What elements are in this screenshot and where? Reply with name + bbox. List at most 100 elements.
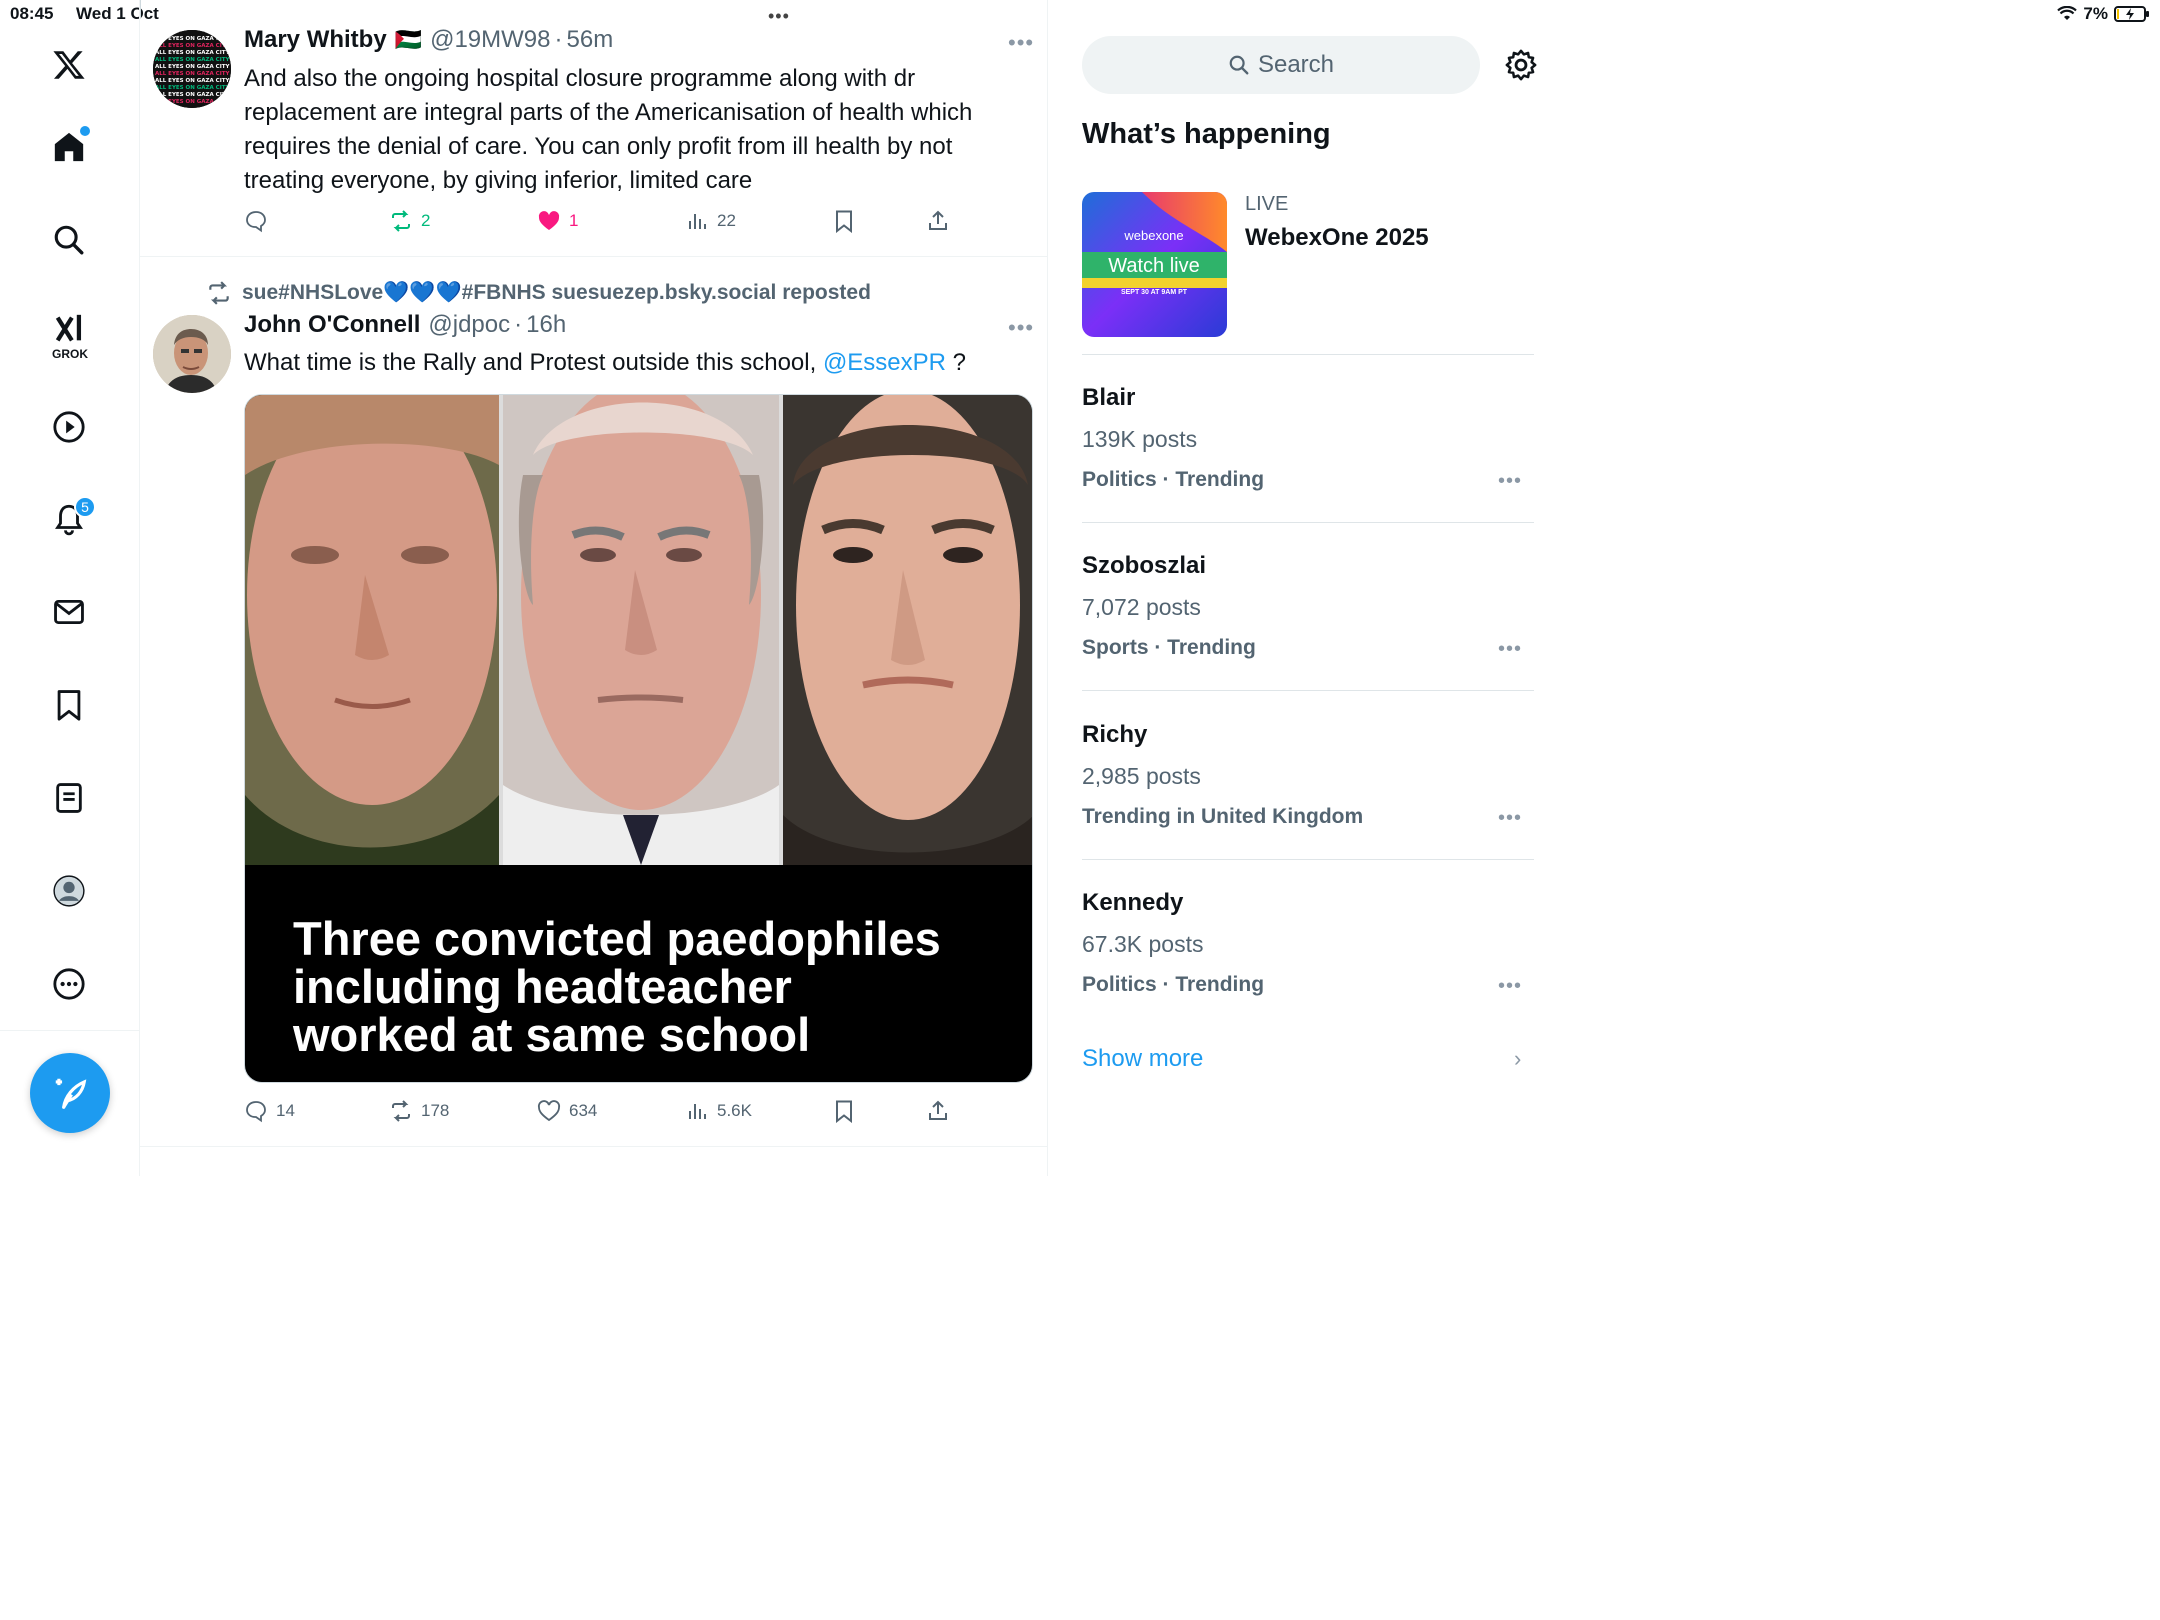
- reply-icon: [246, 211, 266, 233]
- live-event-thumbnail[interactable]: webexone Watch live SEPT 30 AT 9AM PT: [1082, 192, 1227, 337]
- heart-filled-icon: [538, 211, 560, 230]
- svg-text:ALL EYES ON GAZA CITY: ALL EYES ON GAZA CITY: [155, 78, 231, 84]
- avatar[interactable]: ALL EYES ON GAZA CITY ALL EYES ON GAZA C…: [153, 30, 231, 108]
- tweet-media-image[interactable]: Three convicted paedophiles including he…: [244, 394, 1033, 1083]
- bookmark-button[interactable]: [832, 209, 856, 233]
- settings-gear-icon[interactable]: [1504, 48, 1538, 82]
- show-more-link[interactable]: Show more: [1082, 1045, 1203, 1073]
- reply-count: 14: [276, 1101, 295, 1120]
- svg-text:ALL EYES ON GAZA CITY: ALL EYES ON GAZA CITY: [155, 57, 231, 63]
- trend-title[interactable]: Kennedy: [1082, 889, 1183, 917]
- svg-text:ALL EYES ON GAZA CITY: ALL EYES ON GAZA CITY: [155, 36, 231, 42]
- svg-text:ALL EYES ON GAZA CITY: ALL EYES ON GAZA CITY: [155, 71, 231, 77]
- svg-text:ALL EYES ON GAZA CITY: ALL EYES ON GAZA CITY: [155, 64, 231, 70]
- trend-category: Politics · Trending: [1082, 973, 1265, 996]
- compose-post-button[interactable]: [30, 1053, 110, 1133]
- compose-feather-icon: [55, 1078, 87, 1109]
- wifi-icon: [2057, 6, 2078, 20]
- author-name[interactable]: Mary Whitby: [244, 26, 387, 54]
- svg-text:ALL EYES ON GAZA CITY: ALL EYES ON GAZA CITY: [155, 99, 231, 105]
- search-input[interactable]: Search: [1082, 36, 1480, 94]
- flag-emoji: 🇵🇸: [394, 27, 423, 52]
- views-button[interactable]: 5.6K: [685, 1099, 752, 1123]
- live-event-title[interactable]: WebexOne 2025: [1245, 224, 1429, 252]
- sidebar-nav: GROK 5: [0, 0, 140, 1176]
- trend-title[interactable]: Richy: [1082, 721, 1147, 749]
- trend-category: Politics · Trending: [1082, 468, 1265, 491]
- battery-icon: [2114, 6, 2149, 22]
- notifications-badge: 5: [74, 496, 96, 518]
- repost-icon: [392, 210, 410, 232]
- timeline: ALL EYES ON GAZA CITY ALL EYES ON GAZA C…: [140, 0, 1048, 1176]
- profile-icon[interactable]: [48, 870, 90, 912]
- share-button[interactable]: [926, 1099, 950, 1123]
- author-handle[interactable]: @jdpoc: [428, 311, 510, 339]
- author-handle[interactable]: @19MW98: [430, 26, 550, 54]
- share-icon: [929, 1100, 947, 1120]
- views-count: 5.6K: [717, 1101, 752, 1120]
- video-icon[interactable]: [48, 406, 90, 448]
- more-options-icon[interactable]: •••: [1008, 30, 1034, 56]
- trend-count: 67.3K posts: [1082, 931, 1204, 957]
- like-button[interactable]: 1: [537, 209, 578, 233]
- search-icon[interactable]: [48, 219, 90, 261]
- live-label: LIVE: [1245, 193, 1289, 215]
- image-caption: Three convicted paedophiles including he…: [293, 912, 941, 1061]
- battery-percent: 7%: [2083, 4, 2108, 23]
- avatar[interactable]: [153, 315, 231, 393]
- trend-category: Sports · Trending: [1082, 636, 1256, 659]
- more-options-icon[interactable]: •••: [1498, 470, 1522, 493]
- divider: [1082, 522, 1534, 523]
- repost-context[interactable]: sue#NHSLove💙💙💙#FBNHS suesuezep.bsky.soci…: [206, 280, 871, 306]
- views-icon: [689, 1104, 706, 1119]
- post-time[interactable]: 16h: [526, 311, 566, 339]
- reply-button[interactable]: 14: [244, 1099, 295, 1123]
- more-icon[interactable]: [48, 963, 90, 1005]
- section-title: What’s happening: [1082, 118, 1331, 150]
- x-logo-icon[interactable]: [48, 44, 90, 86]
- repost-count: 178: [421, 1101, 450, 1120]
- more-options-icon[interactable]: •••: [1498, 807, 1522, 830]
- grok-label: GROK: [52, 347, 88, 361]
- grok-icon[interactable]: [48, 308, 90, 350]
- views-button[interactable]: 22: [685, 209, 736, 233]
- more-options-icon[interactable]: •••: [1498, 975, 1522, 998]
- home-icon[interactable]: [48, 126, 90, 168]
- photo-panel: [783, 395, 1032, 865]
- mention-link[interactable]: @EssexPR: [823, 349, 946, 376]
- trend-title[interactable]: Blair: [1082, 384, 1135, 412]
- svg-text:ALL EYES ON GAZA CITY: ALL EYES ON GAZA CITY: [155, 50, 231, 56]
- more-options-icon[interactable]: •••: [1008, 315, 1034, 341]
- repost-button[interactable]: 2: [389, 209, 430, 233]
- photo-panel: [503, 395, 779, 865]
- svg-text:Watch live: Watch live: [1108, 255, 1200, 277]
- trend-count: 139K posts: [1082, 426, 1198, 452]
- notifications-icon[interactable]: 5: [48, 496, 96, 540]
- repost-button[interactable]: 178: [389, 1099, 449, 1123]
- reply-icon: [246, 1101, 266, 1123]
- views-icon: [689, 214, 706, 229]
- bookmark-icon: [836, 210, 852, 233]
- status-right: 7%: [2057, 4, 2149, 24]
- tweet-divider: [140, 256, 1047, 257]
- svg-text:webexone: webexone: [1123, 228, 1183, 243]
- trend-title[interactable]: Szoboszlai: [1082, 552, 1206, 580]
- share-icon: [929, 210, 947, 230]
- more-options-icon[interactable]: •••: [1498, 638, 1522, 661]
- messages-icon[interactable]: [48, 591, 90, 633]
- author-name[interactable]: John O'Connell: [244, 311, 420, 339]
- bookmarks-icon[interactable]: [48, 684, 90, 726]
- bookmark-button[interactable]: [832, 1099, 856, 1123]
- right-sidebar: Search What’s happening webexone Watch l…: [1048, 0, 1562, 1176]
- like-count: 1: [569, 211, 579, 230]
- like-button[interactable]: 634: [537, 1099, 597, 1123]
- reply-button[interactable]: [244, 209, 268, 233]
- views-count: 22: [717, 211, 736, 230]
- divider: [1082, 690, 1534, 691]
- post-time[interactable]: 56m: [567, 26, 614, 54]
- share-button[interactable]: [926, 209, 950, 233]
- lists-icon[interactable]: [48, 777, 90, 819]
- tweet-header: John O'Connell @jdpoc · 16h: [244, 311, 567, 339]
- tweet-text: What time is the Rally and Protest outsi…: [244, 349, 967, 376]
- search-placeholder: Search: [1257, 51, 1335, 78]
